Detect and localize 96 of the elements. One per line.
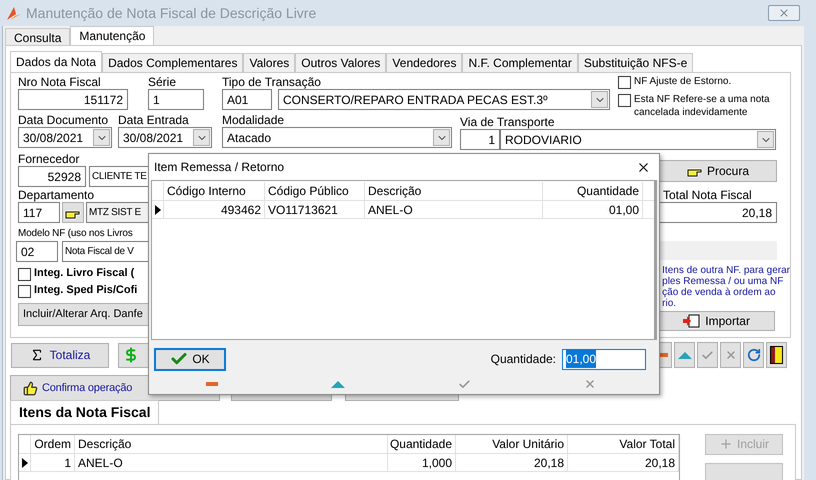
tab[interactable]: Valores: [243, 53, 296, 72]
column-header: Código Público: [265, 182, 365, 200]
field-label: Modelo NF (uso nos Livros: [18, 227, 132, 241]
tab[interactable]: Dados Complementares: [102, 53, 244, 72]
field-label: Data Entrada: [118, 113, 189, 127]
chevron-icon: [193, 129, 210, 146]
import-icon: [683, 314, 702, 328]
tab[interactable]: N.F. Complementar: [462, 53, 578, 72]
tab[interactable]: Outros Valores: [295, 53, 386, 72]
selected-text: 01,00: [566, 350, 596, 368]
input-field[interactable]: 117: [18, 202, 60, 223]
chevron-icon: [591, 91, 608, 108]
dropdown[interactable]: CONSERTO/REPARO ENTRADA PECAS EST.3º: [278, 89, 610, 110]
cancel-icon: [584, 378, 596, 390]
field-label: Nro Nota Fiscal: [18, 75, 101, 89]
quantity-field[interactable]: 01,00: [562, 348, 646, 370]
minus-icon: [206, 382, 218, 386]
table-cell: 01,00: [543, 201, 643, 218]
tab[interactable]: Substituição NFS-e: [578, 53, 694, 72]
tab[interactable]: Consulta: [5, 28, 70, 45]
toolbar-button[interactable]: [766, 342, 787, 368]
plus-icon: [718, 437, 733, 452]
chevron-icon: [757, 131, 774, 148]
checkbox-label: Integ. Livro Fiscal (: [34, 267, 134, 280]
input-field[interactable]: A01: [222, 89, 272, 110]
column-header: Descrição: [75, 435, 388, 453]
table-cell: 493462: [164, 201, 265, 218]
dropdown[interactable]: RODOVIARIO: [500, 129, 776, 150]
triangle-up-icon: [678, 352, 692, 358]
column-header: Valor Unitário: [456, 435, 568, 453]
input-field[interactable]: 1: [148, 89, 204, 110]
checkbox-label: Esta NF Refere-se a uma nota cancelada indevidamente: [634, 93, 771, 119]
chevron-icon: [93, 129, 110, 146]
dollar-icon: [123, 347, 139, 363]
input-field[interactable]: 1: [460, 129, 500, 150]
dialog-title: Item Remessa / Retorno: [154, 159, 284, 176]
field-label: Série: [148, 75, 176, 89]
totaliza-button[interactable]: Totaliza: [11, 342, 109, 368]
note-text: ção de venda à ordem ao: [662, 287, 776, 298]
field-label: Tipo de Transação: [222, 75, 321, 89]
tab[interactable]: Dados da Nota: [10, 51, 102, 72]
tab[interactable]: Manutenção: [70, 26, 154, 45]
table-cell: VO11713621: [265, 201, 365, 218]
input-field[interactable]: 02: [16, 241, 58, 262]
input-field[interactable]: 52928: [18, 166, 86, 187]
refresh-icon: [746, 348, 760, 362]
checkbox[interactable]: [18, 285, 31, 298]
search-button[interactable]: Procura: [659, 160, 777, 182]
field-label: Via de Transporte: [460, 115, 555, 129]
note-text: Itens de outra NF. para gerar: [662, 265, 790, 276]
table-cell: ANEL-O: [365, 201, 543, 218]
field-label: Departamento: [18, 188, 94, 202]
check-icon: [458, 378, 470, 390]
input-field[interactable]: 151172: [18, 89, 128, 110]
table-cell: ANEL-O: [75, 454, 388, 471]
column-header: Ordem: [31, 435, 75, 453]
chevron-icon: [433, 129, 450, 146]
checkbox-label: NF Ajuste de Estorno.: [634, 75, 732, 88]
dropdown[interactable]: 30/08/2021: [18, 127, 112, 148]
dropdown[interactable]: 30/08/2021: [118, 127, 212, 148]
column-header: Valor Total: [568, 435, 679, 453]
quantity-label: Quantidade:: [490, 351, 556, 368]
table-cell: 1: [31, 454, 75, 471]
table-cell: 1,000: [388, 454, 456, 471]
column-header: Código Interno: [164, 182, 265, 200]
input-field[interactable]: 20,18: [659, 202, 777, 223]
dropdown[interactable]: Atacado: [222, 127, 452, 148]
column-header: Quantidade: [543, 182, 643, 200]
logo-icon: [6, 5, 22, 21]
column-header: Quantidade: [388, 435, 456, 453]
cancel-icon: [724, 349, 736, 361]
triangle-up-icon: [331, 380, 345, 388]
column-header: Descrição: [365, 182, 543, 200]
close-button[interactable]: [768, 5, 800, 21]
table-cell: 20,18: [568, 454, 679, 471]
lookup-button[interactable]: [62, 202, 84, 223]
field-label: Modalidade: [222, 113, 284, 127]
tab[interactable]: Vendedores: [386, 53, 462, 72]
ok-button[interactable]: OK: [154, 348, 226, 370]
checkbox[interactable]: [618, 76, 631, 89]
checkbox-label: Integ. Sped Pis/Cofi: [34, 284, 138, 297]
window-title: Manutenção de Nota Fiscal de Descrição Livre: [26, 4, 316, 23]
checkbox[interactable]: [618, 94, 631, 107]
field-label: Fornecedor: [18, 152, 80, 166]
field-label: Data Documento: [18, 113, 108, 127]
field-label: Total Nota Fiscal: [663, 188, 752, 202]
import-button[interactable]: Importar: [658, 311, 776, 331]
checkbox[interactable]: [18, 268, 31, 281]
check-icon: [701, 348, 714, 362]
note-text: rio.: [662, 298, 676, 309]
door-icon: [770, 346, 783, 364]
note-text: ples Remessa / ou uma NF: [662, 276, 784, 287]
table-cell: 20,18: [456, 454, 568, 471]
tab[interactable]: Itens da Nota Fiscal: [10, 400, 160, 424]
thumbs-up-icon: [23, 380, 38, 396]
close-icon: [778, 7, 790, 19]
